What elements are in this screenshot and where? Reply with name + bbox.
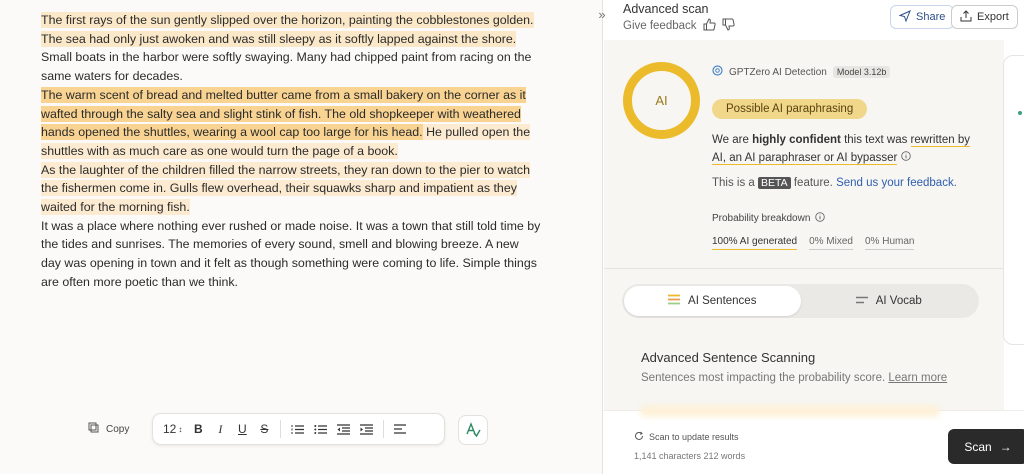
send-icon — [898, 9, 911, 25]
copy-icon — [88, 422, 100, 437]
vocab-icon — [855, 295, 868, 307]
probability-title: Probability breakdown — [712, 213, 811, 224]
prob-human: 0% Human — [864, 236, 915, 250]
ordered-list-icon[interactable] — [291, 420, 305, 438]
strikethrough-button[interactable]: S — [258, 420, 270, 438]
learn-more-link[interactable]: Learn more — [888, 372, 947, 384]
thumbs-down-icon[interactable] — [722, 18, 735, 34]
italic-button[interactable]: I — [214, 420, 226, 438]
gptzero-logo-icon — [712, 65, 723, 79]
text-counts: 1,141 characters 212 words — [634, 451, 746, 461]
beta-tag: BETA — [758, 177, 791, 189]
feedback-label: Give feedback — [623, 20, 697, 32]
spellcheck-icon[interactable] — [458, 415, 488, 445]
info-icon[interactable] — [900, 151, 911, 164]
scan-update-label: Scan to update results — [649, 432, 739, 442]
prob-ai: 100% AI generated — [712, 236, 798, 250]
sentences-icon — [668, 294, 681, 308]
sentence-highlight: It was a place where nothing ever rushed… — [41, 218, 541, 289]
section-divider — [604, 268, 1004, 269]
copy-label: Copy — [106, 424, 130, 435]
info-icon[interactable] — [815, 212, 826, 225]
scan-update-row: Scan to update results — [634, 431, 739, 443]
advanced-subtitle-text: Sentences most impacting the probability… — [641, 372, 886, 384]
export-button[interactable]: Export — [951, 5, 1018, 29]
confidence-strong: highly confident — [752, 134, 841, 146]
beta-mid: feature. — [790, 177, 837, 189]
side-card — [1003, 55, 1024, 345]
export-label: Export — [977, 11, 1009, 23]
beta-notice: This is a BETA feature. Send us your fee… — [712, 177, 957, 189]
indent-icon[interactable] — [360, 420, 374, 438]
thumbs-up-icon[interactable] — [703, 18, 716, 34]
align-left-icon[interactable] — [394, 420, 407, 438]
tab-sentences-label: AI Sentences — [688, 295, 757, 307]
scan-title: Advanced scan — [623, 2, 709, 16]
advanced-title: Advanced Sentence Scanning — [641, 350, 816, 365]
bullet-list-icon[interactable] — [314, 420, 328, 438]
refresh-icon — [634, 431, 644, 443]
editor-pane: The first rays of the sun gently slipped… — [0, 0, 603, 474]
tab-ai-sentences[interactable]: AI Sentences — [624, 286, 801, 316]
status-dot — [1018, 111, 1022, 115]
outdent-icon[interactable] — [337, 420, 351, 438]
sentence-highlight: The first rays of the sun gently slipped… — [41, 12, 534, 47]
detector-row: GPTZero AI Detection Model 3.12b — [712, 65, 891, 79]
confidence-text: We are highly confident this text was re… — [712, 131, 982, 167]
sentence-highlight: Small boats in the harbor were softly sw… — [41, 50, 532, 84]
ai-score-ring: AI — [623, 62, 700, 139]
verdict-badge: Possible AI paraphrasing — [712, 99, 868, 119]
confidence-mid: this text was — [840, 134, 911, 146]
feedback-link[interactable]: Send us your feedback. — [836, 177, 957, 189]
scan-button[interactable]: Scan → — [948, 429, 1024, 464]
probability-title-row: Probability breakdown — [712, 212, 826, 225]
toolbar-divider — [280, 420, 282, 438]
chevron-double-right-icon: » — [598, 6, 606, 22]
underline-button[interactable]: U — [236, 420, 248, 438]
confidence-prefix: We are — [712, 134, 753, 146]
view-tabs: AI Sentences AI Vocab — [622, 284, 979, 318]
font-size-value: 12 — [163, 422, 177, 436]
prob-mixed: 0% Mixed — [809, 236, 853, 250]
feedback-row: Give feedback — [623, 18, 735, 34]
ring-label: AI — [655, 93, 668, 108]
model-badge: Model 3.12b — [832, 66, 891, 78]
copy-button[interactable]: Copy — [88, 422, 129, 437]
font-size-select[interactable]: 12 ↕ — [163, 420, 182, 438]
export-icon — [960, 9, 972, 25]
sentence-highlight: As the laughter of the children filled t… — [41, 161, 531, 216]
collapse-panel-button[interactable]: » — [590, 5, 614, 23]
format-toolbar: 12 ↕ B I U S — [152, 413, 445, 445]
advanced-subtitle: Sentences most impacting the probability… — [641, 372, 947, 384]
beta-prefix: This is a — [712, 177, 759, 189]
toolbar-divider — [383, 420, 385, 438]
stepper-icon: ↕ — [178, 424, 183, 434]
arrow-right-icon: → — [999, 439, 1012, 454]
scan-label: Scan — [964, 439, 992, 454]
tab-vocab-label: AI Vocab — [875, 295, 922, 307]
probability-breakdown: 100% AI generated 0% Mixed 0% Human — [712, 236, 915, 250]
share-label: Share — [916, 11, 946, 23]
share-button[interactable]: Share — [890, 5, 955, 29]
tab-ai-vocab[interactable]: AI Vocab — [801, 286, 978, 316]
detector-name: GPTZero AI Detection — [729, 66, 827, 78]
progress-glow — [640, 405, 940, 417]
document-text[interactable]: The first rays of the sun gently slipped… — [41, 11, 541, 292]
bold-button[interactable]: B — [192, 420, 204, 438]
